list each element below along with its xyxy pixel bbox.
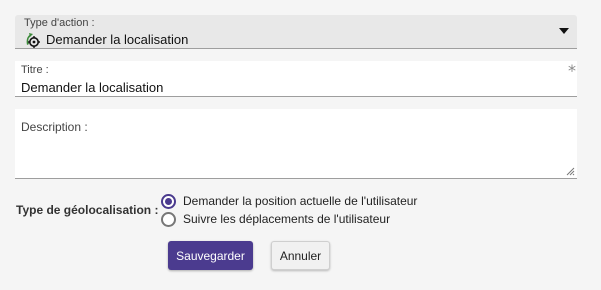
radio-button-unchecked[interactable] [161, 211, 176, 227]
radio-option-label: Demander la position actuelle de l'utili… [183, 194, 418, 208]
geolocation-icon [24, 32, 40, 48]
description-textarea[interactable] [21, 137, 567, 173]
geolocation-type-label: Type de géolocalisation : [16, 203, 159, 217]
title-label: Titre : [21, 64, 49, 76]
required-asterisk-icon: * [568, 61, 576, 80]
save-button[interactable]: Sauvegarder [168, 241, 253, 270]
title-input[interactable] [21, 80, 551, 95]
action-type-value: Demander la localisation [46, 32, 189, 47]
action-type-label: Type d'action : [24, 17, 95, 29]
radio-option-label: Suivre les déplacements de l'utilisateur [183, 212, 391, 226]
title-field[interactable]: Titre : * [15, 61, 577, 97]
cancel-button[interactable]: Annuler [271, 241, 330, 270]
description-field[interactable]: Description : [15, 109, 577, 179]
action-type-select[interactable]: Type d'action : Demander la localisation [15, 15, 577, 49]
radio-button-checked[interactable] [161, 193, 176, 209]
radio-option-current-position[interactable]: Demander la position actuelle de l'utili… [161, 193, 417, 209]
action-form: Type d'action : Demander la localisation… [0, 0, 601, 290]
dropdown-arrow-icon[interactable] [559, 28, 569, 34]
radio-option-track-movements[interactable]: Suivre les déplacements de l'utilisateur [161, 211, 390, 227]
description-label: Description : [21, 120, 88, 134]
resize-grip-icon[interactable] [566, 167, 575, 176]
